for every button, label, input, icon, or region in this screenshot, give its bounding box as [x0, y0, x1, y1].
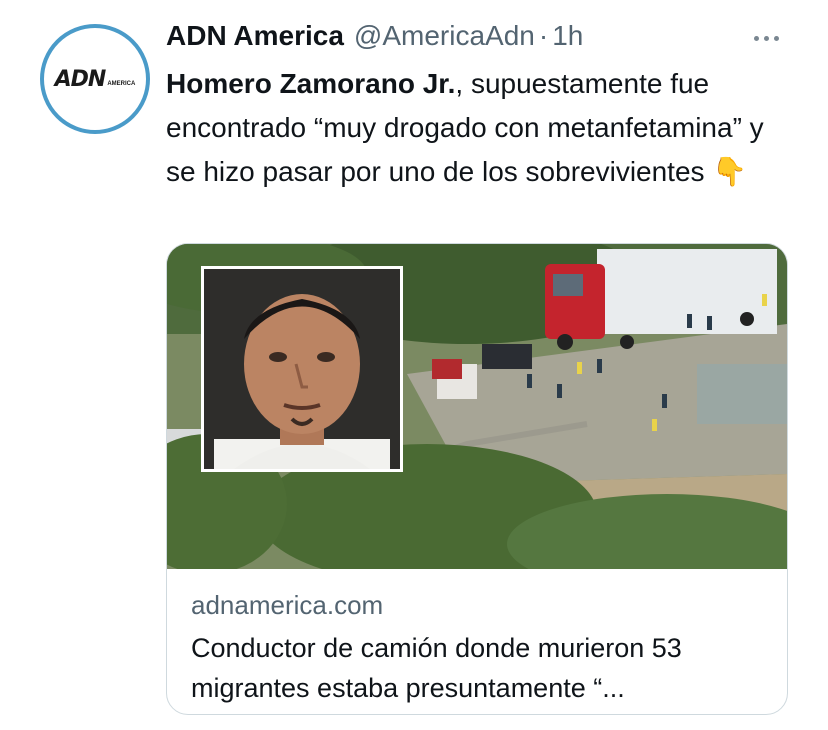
tweet[interactable]: ADN AMERICA ADN America @AmericaAdn · 1h…	[0, 0, 828, 730]
tweet-bold-name: Homero Zamorano Jr.	[166, 68, 456, 99]
author-handle[interactable]: @AmericaAdn	[354, 20, 535, 52]
pointing-down-icon: 👇	[712, 155, 748, 188]
card-meta[interactable]: adnamerica.com Conductor de camión donde…	[191, 588, 771, 708]
link-card[interactable]: adnamerica.com Conductor de camión donde…	[166, 243, 788, 715]
avatar[interactable]: ADN AMERICA	[40, 24, 150, 134]
card-title[interactable]: Conductor de camión donde murieron 53 mi…	[191, 628, 771, 708]
mugshot-portrait	[204, 269, 400, 469]
timestamp[interactable]: 1h	[552, 20, 583, 52]
adn-america-logo: ADN AMERICA	[55, 67, 136, 92]
logo-subtitle: AMERICA	[107, 80, 136, 87]
separator-dot: ·	[538, 20, 549, 51]
author-name[interactable]: ADN America	[166, 20, 344, 52]
tweet-text: Homero Zamorano Jr., supuestamente fue e…	[166, 62, 796, 194]
more-horizontal-icon[interactable]	[748, 28, 784, 48]
mugshot-photo	[201, 266, 403, 472]
card-image	[167, 244, 787, 569]
card-domain: adnamerica.com	[191, 590, 384, 620]
logo-mark: ADN	[54, 66, 107, 92]
tweet-header: ADN America @AmericaAdn · 1h	[166, 20, 583, 56]
